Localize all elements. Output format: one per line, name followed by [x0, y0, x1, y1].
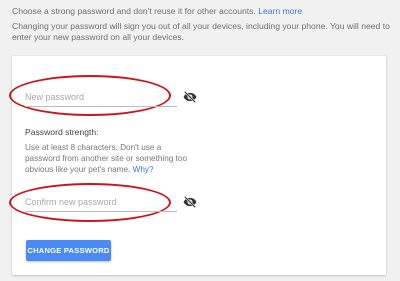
password-strength-help: Use at least 8 characters. Don't use a p… [25, 142, 195, 175]
eye-off-icon[interactable] [183, 90, 197, 103]
eye-off-icon[interactable] [183, 195, 197, 208]
intro-text: Choose a strong password and don't reuse… [12, 6, 396, 44]
new-password-field [25, 88, 177, 107]
confirm-password-field [25, 193, 177, 212]
change-password-card: Password strength: Use at least 8 charac… [9, 56, 386, 275]
intro-line-2: Changing your password will sign you out… [12, 20, 390, 43]
strength-help-text: Use at least 8 characters. Don't use a p… [25, 143, 188, 174]
intro-line-1: Choose a strong password and don't reuse… [12, 6, 396, 18]
intro-line-1-text: Choose a strong password and don't reuse… [12, 6, 256, 16]
change-password-button[interactable]: CHANGE PASSWORD [26, 240, 111, 261]
new-password-input[interactable] [25, 90, 175, 104]
why-link[interactable]: Why? [133, 165, 154, 174]
learn-more-link[interactable]: Learn more [258, 6, 302, 16]
password-strength-label: Password strength: [25, 127, 99, 137]
confirm-password-input[interactable] [25, 195, 175, 209]
